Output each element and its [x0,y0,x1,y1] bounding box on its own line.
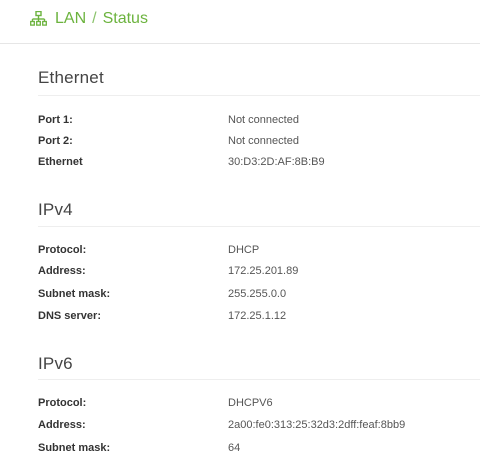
info-row-ipv6-subnet: Subnet mask: 64 [38,442,480,458]
section-title-ethernet: Ethernet [38,68,104,87]
info-label: Port 1: [38,114,73,126]
info-row-port1: Port 1: Not connected [38,114,480,130]
breadcrumb-lan-link[interactable]: LAN [55,10,86,28]
info-row-ipv6-protocol: Protocol: DHCPV6 [38,397,480,413]
page-header: LAN / Status [0,0,480,44]
info-label: DNS server: [38,310,101,322]
info-value: Not connected [228,135,299,147]
breadcrumb: LAN / Status [30,10,148,28]
info-value: Not connected [228,114,299,126]
info-row-ipv4-subnet: Subnet mask: 255.255.0.0 [38,288,480,304]
info-label: Protocol: [38,397,87,409]
info-value: 30:D3:2D:AF:8B:B9 [228,156,325,168]
info-label: Subnet mask: [38,442,111,454]
info-row-port2: Port 2: Not connected [38,135,480,151]
info-value: 64 [228,442,241,454]
info-label: Port 2: [38,135,73,147]
info-label: Subnet mask: [38,288,111,300]
breadcrumb-current-page: Status [102,10,148,27]
info-label: Ethernet [38,156,83,168]
network-icon [30,10,47,27]
section-divider [38,379,480,380]
section-divider [38,95,480,96]
section-title-ipv6: IPv6 [38,354,73,373]
info-label: Address: [38,419,86,431]
info-value: 172.25.201.89 [228,265,299,277]
info-row-ipv6-address: Address: 2a00:fe0:313:25:32d3:2dff:feaf:… [38,419,480,435]
info-value: 255.255.0.0 [228,288,287,300]
info-row-ipv4-dns: DNS server: 172.25.1.12 [38,310,480,326]
info-value: 2a00:fe0:313:25:32d3:2dff:feaf:8bb9 [228,419,406,431]
info-row-ipv4-address: Address: 172.25.201.89 [38,265,480,281]
section-divider [38,226,480,227]
info-row-ipv4-protocol: Protocol: DHCP [38,244,480,260]
info-label: Address: [38,265,86,277]
breadcrumb-separator: / [92,10,97,27]
info-value: DHCPV6 [228,397,273,409]
info-value: 172.25.1.12 [228,310,287,322]
info-value: DHCP [228,244,260,256]
info-label: Protocol: [38,244,87,256]
info-row-ethernet-mac: Ethernet 30:D3:2D:AF:8B:B9 [38,156,480,172]
section-title-ipv4: IPv4 [38,200,73,219]
